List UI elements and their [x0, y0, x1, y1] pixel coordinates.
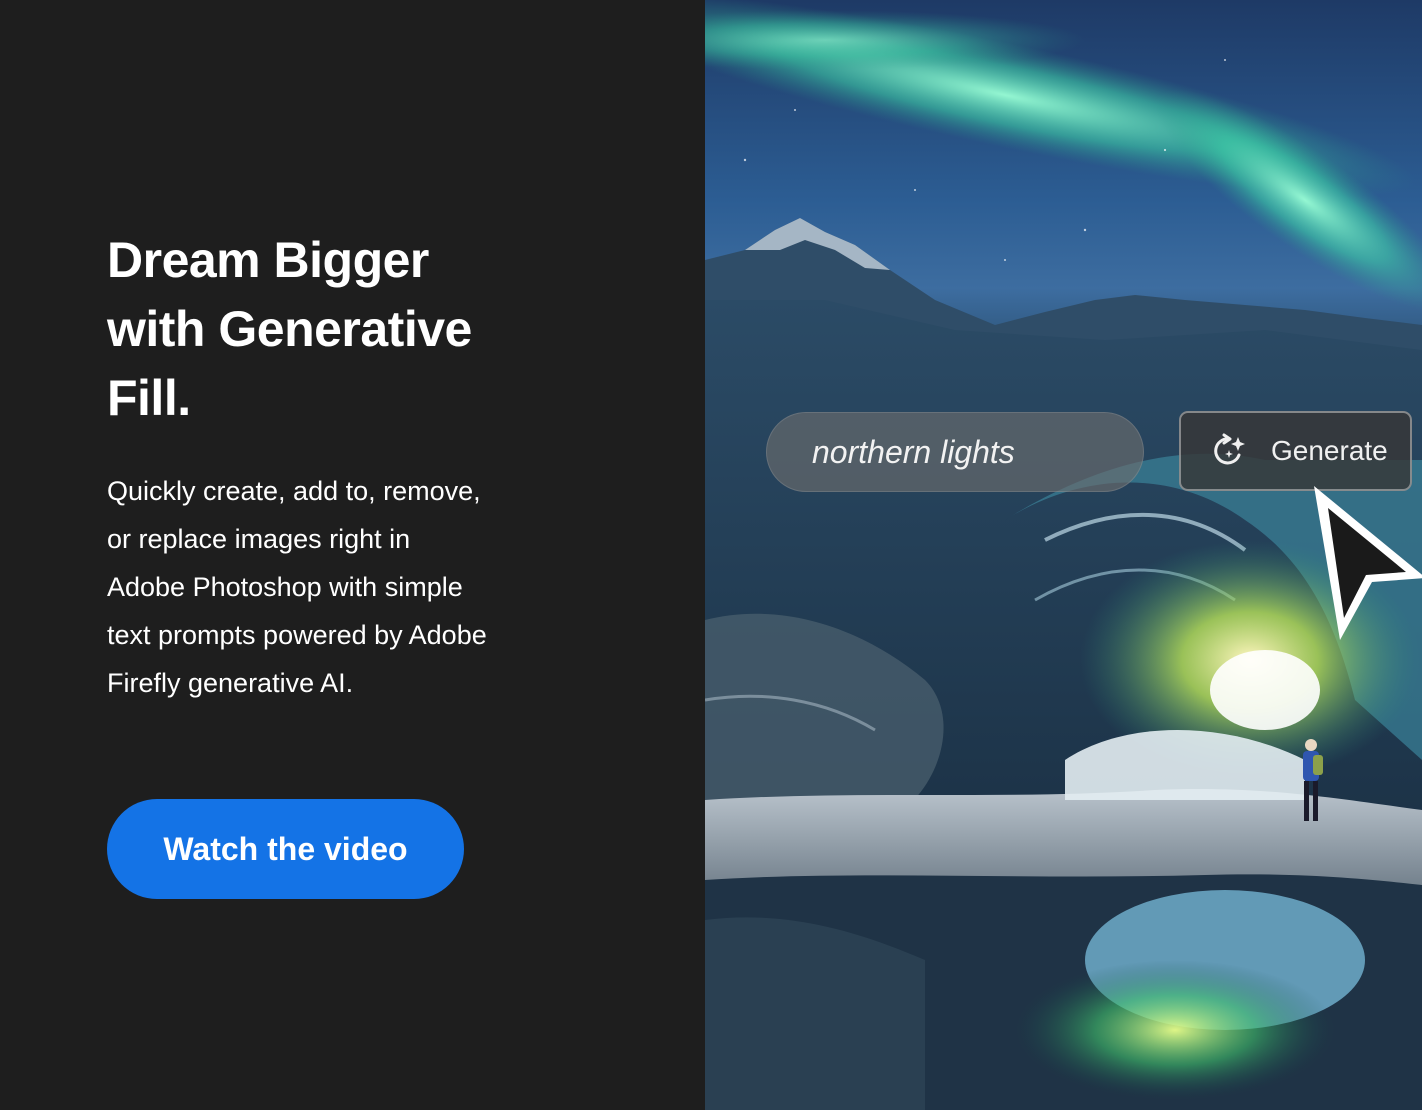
promo-description: Quickly create, add to, remove, or repla… — [107, 476, 487, 698]
promo-headline: Dream Bigger with Generative Fill. — [107, 232, 472, 426]
arrow-cursor-icon — [1314, 486, 1422, 640]
hero-image: northern lights Generate — [705, 0, 1422, 1110]
watch-video-button[interactable]: Watch the video — [107, 799, 464, 899]
promo-panel: Dream Bigger with Generative Fill. Quick… — [0, 0, 705, 1110]
prompt-input[interactable]: northern lights — [766, 412, 1144, 492]
generate-label: Generate — [1271, 435, 1388, 466]
sparkle-refresh-icon — [1214, 433, 1245, 465]
